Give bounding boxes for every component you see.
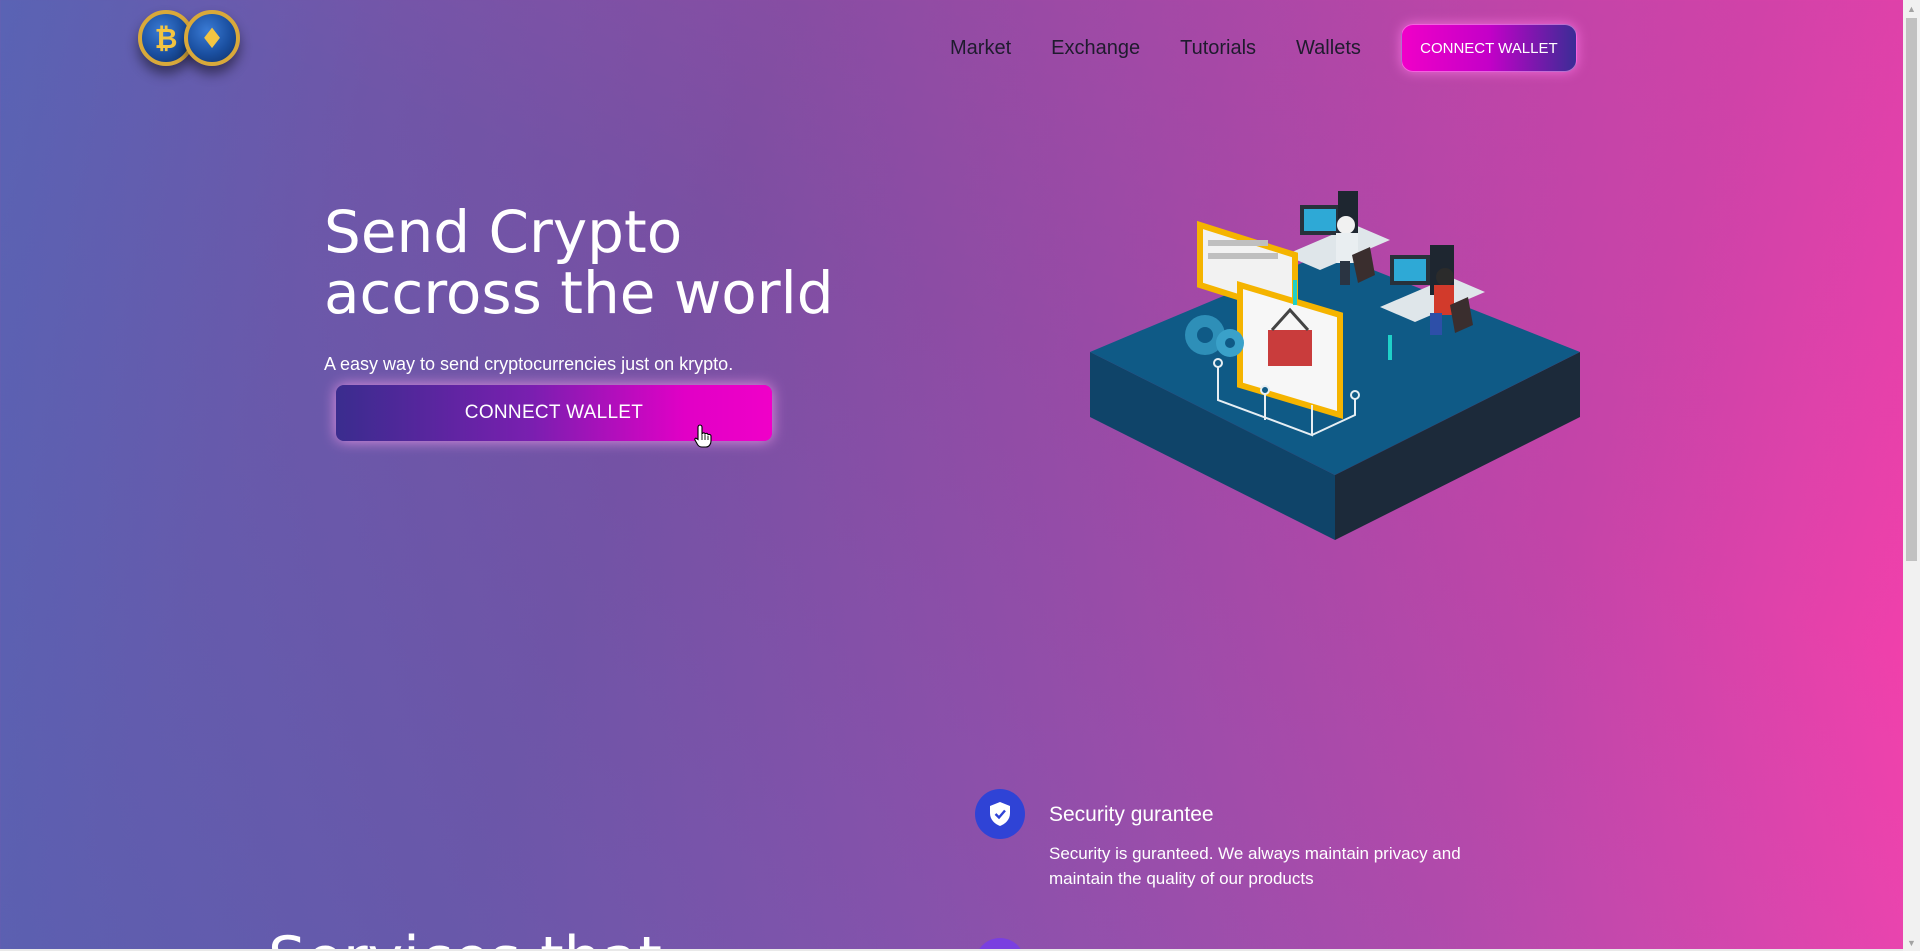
feature-title: Security gurantee: [1049, 803, 1214, 826]
scroll-up-arrow-icon[interactable]: ▲: [1903, 0, 1920, 17]
nav-link-market[interactable]: Market: [950, 37, 1011, 60]
nav-link-tutorials[interactable]: Tutorials: [1180, 37, 1256, 60]
scroll-down-arrow-icon[interactable]: ▼: [1903, 934, 1920, 951]
isometric-trading-desk-illustration: [1090, 191, 1580, 540]
nav-link-exchange[interactable]: Exchange: [1051, 37, 1140, 60]
vertical-scrollbar[interactable]: ▲ ▼: [1903, 0, 1920, 951]
background-gradient: [0, 0, 1920, 951]
feature-description: Security is guranteed. We always maintai…: [1049, 844, 1461, 888]
hero-title-line2: accross the world: [324, 259, 834, 327]
hand-pointer-cursor-icon: [694, 424, 712, 448]
nav-link-wallets[interactable]: Wallets: [1296, 37, 1361, 60]
services-heading: Services that: [268, 924, 662, 951]
scrollbar-thumb[interactable]: [1906, 18, 1917, 561]
site-logo[interactable]: ₿ ♦: [138, 6, 246, 68]
feature-security-icon-badge: [975, 789, 1025, 839]
ethereum-coin-icon: ♦: [184, 10, 240, 66]
nav-connect-wallet-button[interactable]: CONNECT WALLET: [1400, 24, 1577, 72]
hero-title-line1: Send Crypto: [324, 198, 683, 266]
hero-subtitle: A easy way to send cryptocurrencies just…: [324, 354, 734, 374]
shield-check-icon: [990, 802, 1010, 826]
hero-title: Send Crypto accross the world: [324, 202, 834, 324]
top-nav: Market Exchange Tutorials Wallets CONNEC…: [950, 24, 1577, 72]
